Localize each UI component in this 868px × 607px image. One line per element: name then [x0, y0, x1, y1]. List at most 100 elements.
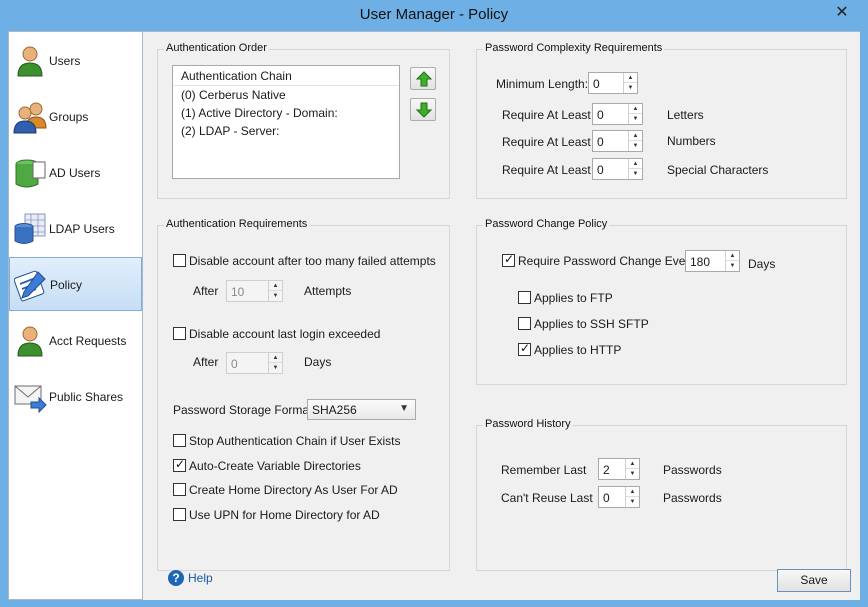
sidebar-item-label: Groups [49, 110, 89, 124]
spinner-down[interactable]: ▼ [726, 261, 739, 271]
last-login-days-spinner[interactable]: 0 ▲ ▼ [226, 352, 283, 374]
spinner-down[interactable]: ▼ [269, 363, 282, 373]
select-value: SHA256 [312, 403, 357, 417]
spinner-up[interactable]: ▲ [269, 281, 282, 291]
close-button[interactable]: ✕ [830, 3, 854, 23]
title-bar: User Manager - Policy ✕ [0, 0, 868, 31]
save-button[interactable]: Save [777, 569, 851, 592]
spinner-value: 0 [597, 108, 604, 122]
password-history-group: Password History Remember Last 2 ▲ ▼ Pass… [476, 418, 847, 571]
sidebar-item-policy[interactable]: Policy [9, 257, 142, 311]
disable-last-login-checkbox[interactable] [173, 327, 186, 340]
require-special-spinner[interactable]: 0 ▲ ▼ [592, 158, 643, 180]
user-icon [17, 46, 43, 77]
spinner-value: 0 [603, 491, 610, 505]
require-numbers-spinner[interactable]: 0 ▲ ▼ [592, 130, 643, 152]
spinner-up[interactable]: ▲ [626, 459, 639, 469]
arrow-down-icon [416, 102, 432, 118]
failed-after-label: After [193, 284, 219, 298]
list-item[interactable]: (0) Cerberus Native [181, 88, 286, 102]
spinner-up[interactable]: ▲ [269, 353, 282, 363]
sidebar-item-label: Policy [50, 278, 83, 292]
group-title: Authentication Order [164, 42, 269, 54]
spinner-up[interactable]: ▲ [726, 251, 739, 261]
disable-failed-attempts-checkbox[interactable] [173, 254, 186, 267]
password-change-policy-group: Password Change Policy ✓ Require Passwor… [476, 218, 847, 385]
numbers-unit: Numbers [667, 134, 716, 148]
create-home-dir-checkbox[interactable] [173, 483, 186, 496]
list-item[interactable]: (2) LDAP - Server: [181, 124, 279, 138]
require-change-checkbox[interactable]: ✓ [502, 252, 515, 267]
storage-format-select[interactable]: SHA256 ▼ [307, 399, 416, 420]
remember-last-label: Remember Last [501, 463, 587, 477]
spinner-down[interactable]: ▼ [626, 497, 639, 507]
failed-attempts-spinner[interactable]: 10 ▲ ▼ [226, 280, 283, 302]
applies-http-checkbox[interactable]: ✓ [518, 341, 531, 356]
auto-create-dirs-checkbox[interactable]: ✓ [173, 457, 186, 472]
spinner-down[interactable]: ▼ [624, 83, 637, 93]
spinner-down[interactable]: ▼ [629, 114, 642, 124]
remember-last-spinner[interactable]: 2 ▲ ▼ [598, 458, 640, 480]
envelope-icon [14, 385, 47, 414]
spinner-value: 0 [593, 77, 600, 91]
spinner-value: 0 [231, 357, 238, 371]
login-days-unit: Days [304, 355, 332, 369]
window-title: User Manager - Policy [359, 6, 509, 23]
user-request-icon [17, 326, 43, 357]
spinner-up[interactable]: ▲ [629, 104, 642, 114]
move-down-button[interactable] [410, 98, 436, 121]
change-days-spinner[interactable]: 180 ▲ ▼ [685, 250, 740, 272]
spinner-down[interactable]: ▼ [269, 291, 282, 301]
group-title: Authentication Requirements [164, 218, 310, 230]
cant-reuse-spinner[interactable]: 0 ▲ ▼ [598, 486, 640, 508]
spinner-up[interactable]: ▲ [626, 487, 639, 497]
authentication-chain-list[interactable]: Authentication Chain (0) Cerberus Native… [172, 65, 400, 179]
spinner-value: 2 [603, 463, 610, 477]
list-item[interactable]: (1) Active Directory - Domain: [181, 106, 338, 120]
create-home-dir-label: Create Home Directory As User For AD [189, 483, 398, 497]
sidebar-item-public-shares[interactable]: Public Shares [9, 370, 142, 424]
require-letters-spinner[interactable]: 0 ▲ ▼ [592, 103, 643, 125]
letters-unit: Letters [667, 108, 704, 122]
require-change-label: Require Password Change Every [518, 254, 696, 268]
spinner-down[interactable]: ▼ [629, 141, 642, 151]
applies-http-label: Applies to HTTP [534, 343, 622, 357]
applies-ftp-checkbox[interactable] [518, 291, 531, 304]
storage-format-label: Password Storage Format: [173, 403, 316, 417]
sidebar-item-groups[interactable]: Groups [9, 90, 142, 144]
move-up-button[interactable] [410, 67, 436, 90]
stop-auth-chain-checkbox[interactable] [173, 434, 186, 447]
use-upn-checkbox[interactable] [173, 508, 186, 521]
min-length-spinner[interactable]: 0 ▲ ▼ [588, 72, 638, 94]
help-link[interactable]: Help [188, 571, 213, 585]
spinner-value: 180 [690, 255, 711, 269]
sidebar-item-users[interactable]: Users [9, 34, 142, 88]
spinner-up[interactable]: ▲ [629, 159, 642, 169]
applies-ssh-label: Applies to SSH SFTP [534, 317, 649, 331]
checkmark-icon: ✓ [520, 341, 531, 355]
sidebar-item-ad-users[interactable]: AD Users [9, 146, 142, 200]
sidebar-item-label: Users [49, 54, 81, 68]
special-unit: Special Characters [667, 163, 769, 177]
chevron-down-icon: ▼ [399, 403, 409, 414]
spinner-up[interactable]: ▲ [629, 131, 642, 141]
require-special-label: Require At Least [502, 163, 591, 177]
remember-unit: Passwords [663, 463, 722, 477]
login-after-label: After [193, 355, 219, 369]
password-complexity-group: Password Complexity Requirements Minimum… [476, 42, 847, 199]
group-title: Password Change Policy [483, 218, 610, 230]
applies-ssh-checkbox[interactable] [518, 317, 531, 330]
sidebar-item-acct-requests[interactable]: Acct Requests [9, 314, 142, 368]
spinner-up[interactable]: ▲ [624, 73, 637, 83]
sidebar-item-label: AD Users [49, 166, 101, 180]
group-title: Password History [483, 418, 573, 430]
authentication-requirements-group: Authentication Requirements Disable acco… [157, 218, 450, 571]
list-header: Authentication Chain [173, 66, 399, 86]
spinner-down[interactable]: ▼ [629, 169, 642, 179]
change-days-unit: Days [748, 257, 776, 271]
spinner-value: 10 [231, 285, 245, 299]
help-icon[interactable]: ? [168, 570, 184, 586]
sidebar-item-ldap-users[interactable]: LDAP Users [9, 202, 142, 256]
spinner-down[interactable]: ▼ [626, 469, 639, 479]
arrow-up-icon [416, 71, 432, 87]
